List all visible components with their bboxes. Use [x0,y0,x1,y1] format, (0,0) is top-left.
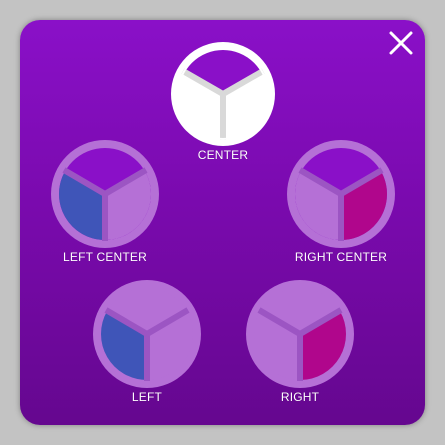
mode-label: LEFT [131,390,163,404]
speaker-right-icon [246,280,354,388]
mode-left[interactable]: LEFT [72,280,222,404]
mode-right-center[interactable]: RIGHT CENTER [266,140,416,264]
close-button[interactable] [386,28,416,58]
mode-label: RIGHT [280,390,320,404]
mode-right[interactable]: RIGHT [225,280,375,404]
speaker-left-center-icon [51,140,159,248]
mode-label: LEFT CENTER [63,250,147,264]
speaker-right-center-icon [287,140,395,248]
mode-label: RIGHT CENTER [294,250,388,264]
speaker-left-icon [93,280,201,388]
close-icon [389,31,413,55]
speaker-center-icon [171,42,275,146]
mode-left-center[interactable]: LEFT CENTER [30,140,180,264]
